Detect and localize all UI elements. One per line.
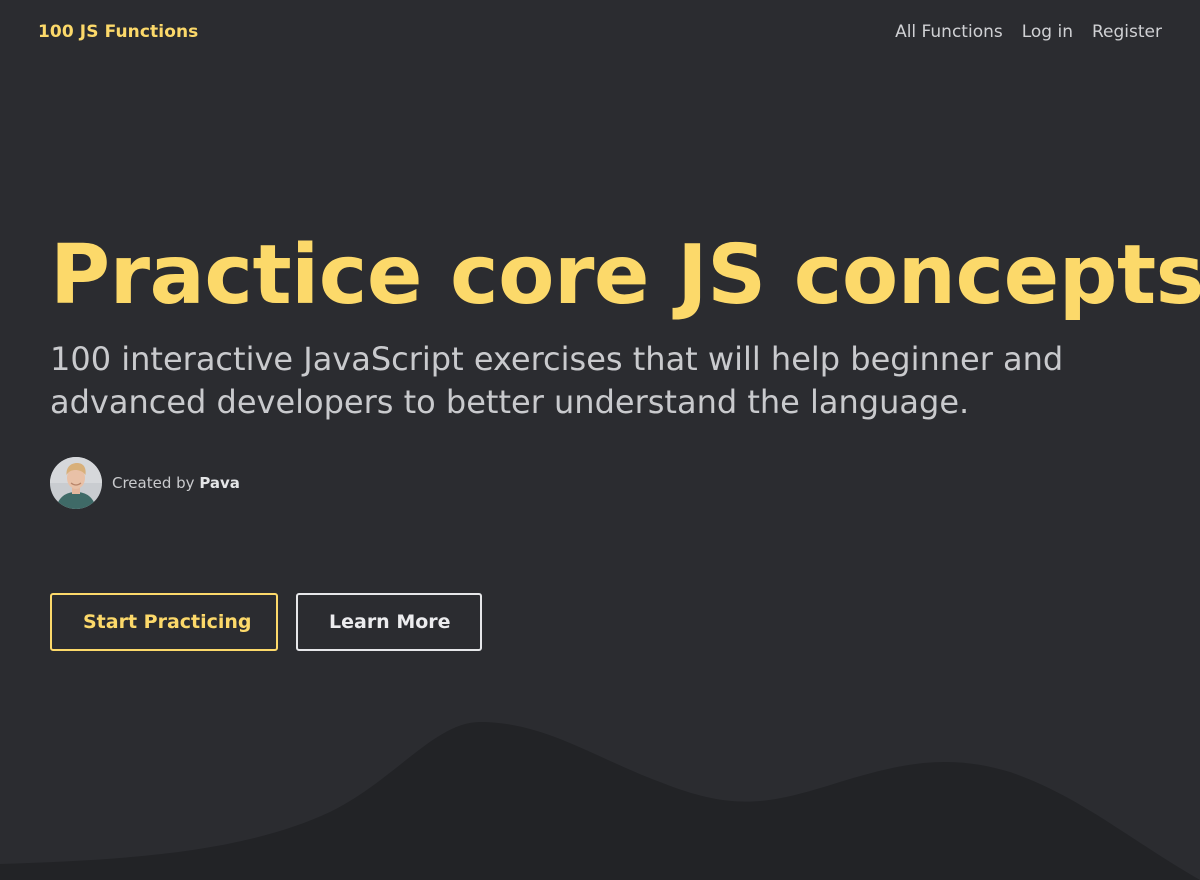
hero-section: Practice core JS concepts! 100 interacti… [50,228,1200,424]
start-practicing-button[interactable]: Start Practicing [50,593,278,651]
author-avatar [50,457,102,509]
site-logo[interactable]: 100 JS Functions [38,22,198,42]
author-credit: Created by Pava [50,457,240,509]
main-nav: All Functions Log in Register [895,22,1162,42]
author-name: Pava [199,474,240,492]
hero-subtitle: 100 interactive JavaScript exercises tha… [50,340,1064,421]
learn-more-button[interactable]: Learn More [296,593,482,651]
nav-link-register[interactable]: Register [1092,22,1162,42]
author-text: Created by Pava [112,474,240,492]
site-header: 100 JS Functions All Functions Log in Re… [0,0,1200,68]
decorative-wave [0,722,1200,880]
nav-link-log-in[interactable]: Log in [1022,22,1073,42]
hero-actions: Start Practicing Learn More [50,593,482,651]
hero-title: Practice core JS concepts! [50,228,1200,323]
nav-link-all-functions[interactable]: All Functions [895,22,1003,42]
author-prefix: Created by [112,474,195,492]
